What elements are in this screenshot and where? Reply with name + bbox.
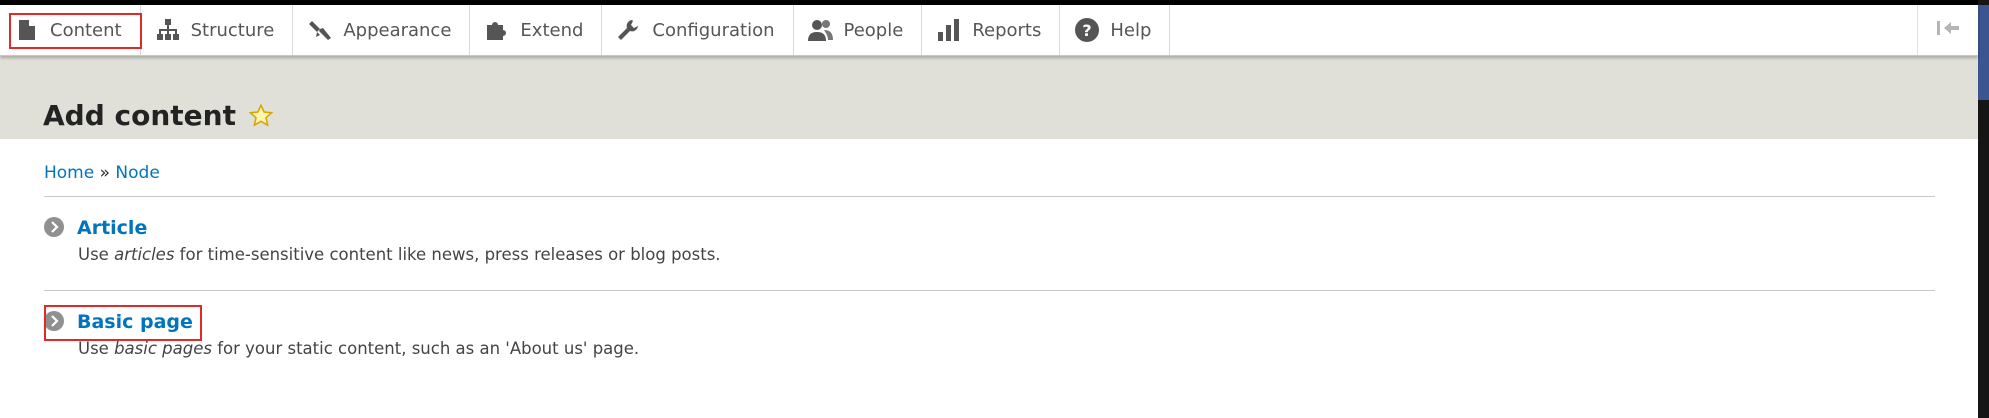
browser-viewport: Content Structure Appearance Extend Conf… xyxy=(0,5,1978,418)
toolbar-label: People xyxy=(843,19,904,41)
toolbar-item-appearance[interactable]: Appearance xyxy=(293,5,471,55)
basic-page-link[interactable]: Basic page xyxy=(44,311,639,333)
sitemap-icon xyxy=(155,17,181,43)
toolbar-label: Appearance xyxy=(343,19,452,41)
toolbar-label: Configuration xyxy=(652,19,775,41)
toolbar-item-configuration[interactable]: Configuration xyxy=(602,5,794,55)
page-title-text: Add content xyxy=(43,99,236,132)
toolbar-item-structure[interactable]: Structure xyxy=(141,5,294,55)
article-link[interactable]: Article xyxy=(44,217,721,239)
document-icon xyxy=(14,17,40,43)
description-text: Use xyxy=(78,245,115,264)
toolbar-item-help[interactable]: ? Help xyxy=(1060,5,1171,55)
divider xyxy=(44,290,1935,291)
toolbar-label: Extend xyxy=(520,19,584,41)
page-title: Add content xyxy=(43,99,274,132)
collapse-toolbar-button[interactable] xyxy=(1917,5,1978,55)
arrow-circle-icon xyxy=(44,217,66,239)
breadcrumb-separator: » xyxy=(99,163,111,183)
people-icon xyxy=(807,17,834,43)
bar-chart-icon xyxy=(936,17,962,43)
description-text: for your static content, such as an 'Abo… xyxy=(211,339,640,358)
svg-text:?: ? xyxy=(1083,21,1092,40)
toolbar-label: Reports xyxy=(972,19,1042,41)
basic-page-title: Basic page xyxy=(77,311,193,333)
basic-page-description: Use basic pages for your static content,… xyxy=(78,339,639,358)
window-edge-accent xyxy=(1978,5,1989,100)
wrench-icon xyxy=(616,17,642,43)
toolbar-label: Content xyxy=(50,19,122,41)
collapse-toolbar-icon xyxy=(1935,19,1961,41)
arrow-circle-icon xyxy=(44,311,66,333)
content-type-article: Article Use articles for time-sensitive … xyxy=(44,217,721,264)
breadcrumb: Home » Node xyxy=(44,163,160,183)
article-description: Use articles for time-sensitive content … xyxy=(78,245,721,264)
toolbar-item-extend[interactable]: Extend xyxy=(470,5,603,55)
toolbar-item-reports[interactable]: Reports xyxy=(922,5,1061,55)
admin-toolbar: Content Structure Appearance Extend Conf… xyxy=(0,5,1978,56)
description-text: for time-sensitive content like news, pr… xyxy=(174,245,721,264)
content-type-basic-page: Basic page Use basic pages for your stat… xyxy=(44,311,639,358)
page-header: Add content xyxy=(0,55,1978,139)
window-edge xyxy=(1978,0,1989,418)
divider xyxy=(44,196,1935,197)
toolbar-label: Help xyxy=(1110,19,1152,41)
help-icon: ? xyxy=(1074,17,1100,43)
description-emphasis: articles xyxy=(114,245,175,264)
description-emphasis: basic pages xyxy=(114,339,212,358)
article-title: Article xyxy=(77,217,148,239)
star-icon[interactable] xyxy=(248,102,274,129)
breadcrumb-home-link[interactable]: Home xyxy=(44,163,94,183)
toolbar-item-content[interactable]: Content xyxy=(0,5,142,55)
description-text: Use xyxy=(78,339,115,358)
puzzle-icon xyxy=(484,17,510,43)
toolbar-item-people[interactable]: People xyxy=(794,5,923,55)
breadcrumb-node-link[interactable]: Node xyxy=(115,163,159,183)
toolbar-label: Structure xyxy=(190,19,275,41)
paintbrush-icon xyxy=(307,17,333,43)
